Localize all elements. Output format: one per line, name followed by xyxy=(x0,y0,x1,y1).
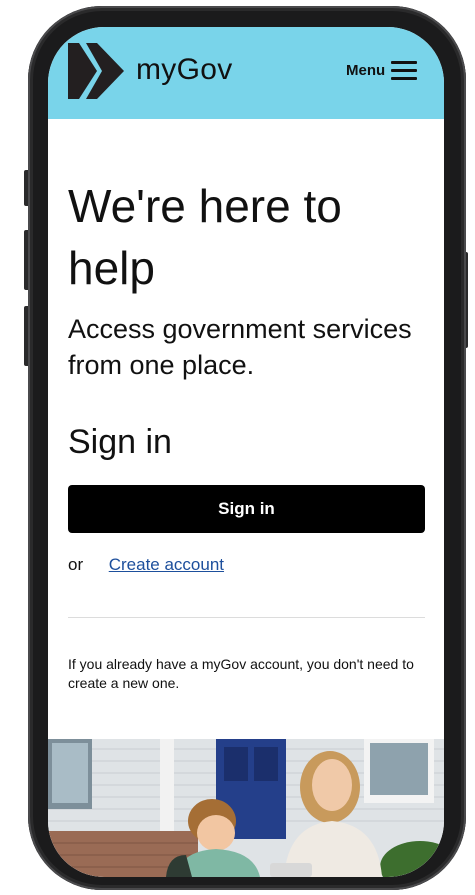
page-subtitle: Access government services from one plac… xyxy=(68,314,412,380)
phone-screen: myGov Menu We're here to help Access gov… xyxy=(48,27,444,877)
logo-text[interactable]: myGov xyxy=(136,53,233,87)
or-label: or xyxy=(68,555,84,574)
mygov-chevron-logo-icon[interactable] xyxy=(66,39,126,103)
hero-family-photo xyxy=(48,739,444,877)
site-header: myGov Menu xyxy=(48,27,444,119)
sign-in-button[interactable]: Sign in xyxy=(68,485,425,533)
divider xyxy=(68,617,425,618)
menu-label: Menu xyxy=(346,61,386,79)
hamburger-menu-icon xyxy=(391,60,418,80)
sign-in-heading: Sign in xyxy=(68,423,172,461)
existing-account-info: If you already have a myGov account, you… xyxy=(68,656,414,691)
family-photo-illustration xyxy=(48,739,444,877)
create-account-row: or Create account xyxy=(68,555,224,575)
page-headline: We're here to help xyxy=(68,180,342,294)
create-account-link[interactable]: Create account xyxy=(109,555,224,574)
menu-button[interactable]: Menu xyxy=(346,57,418,83)
